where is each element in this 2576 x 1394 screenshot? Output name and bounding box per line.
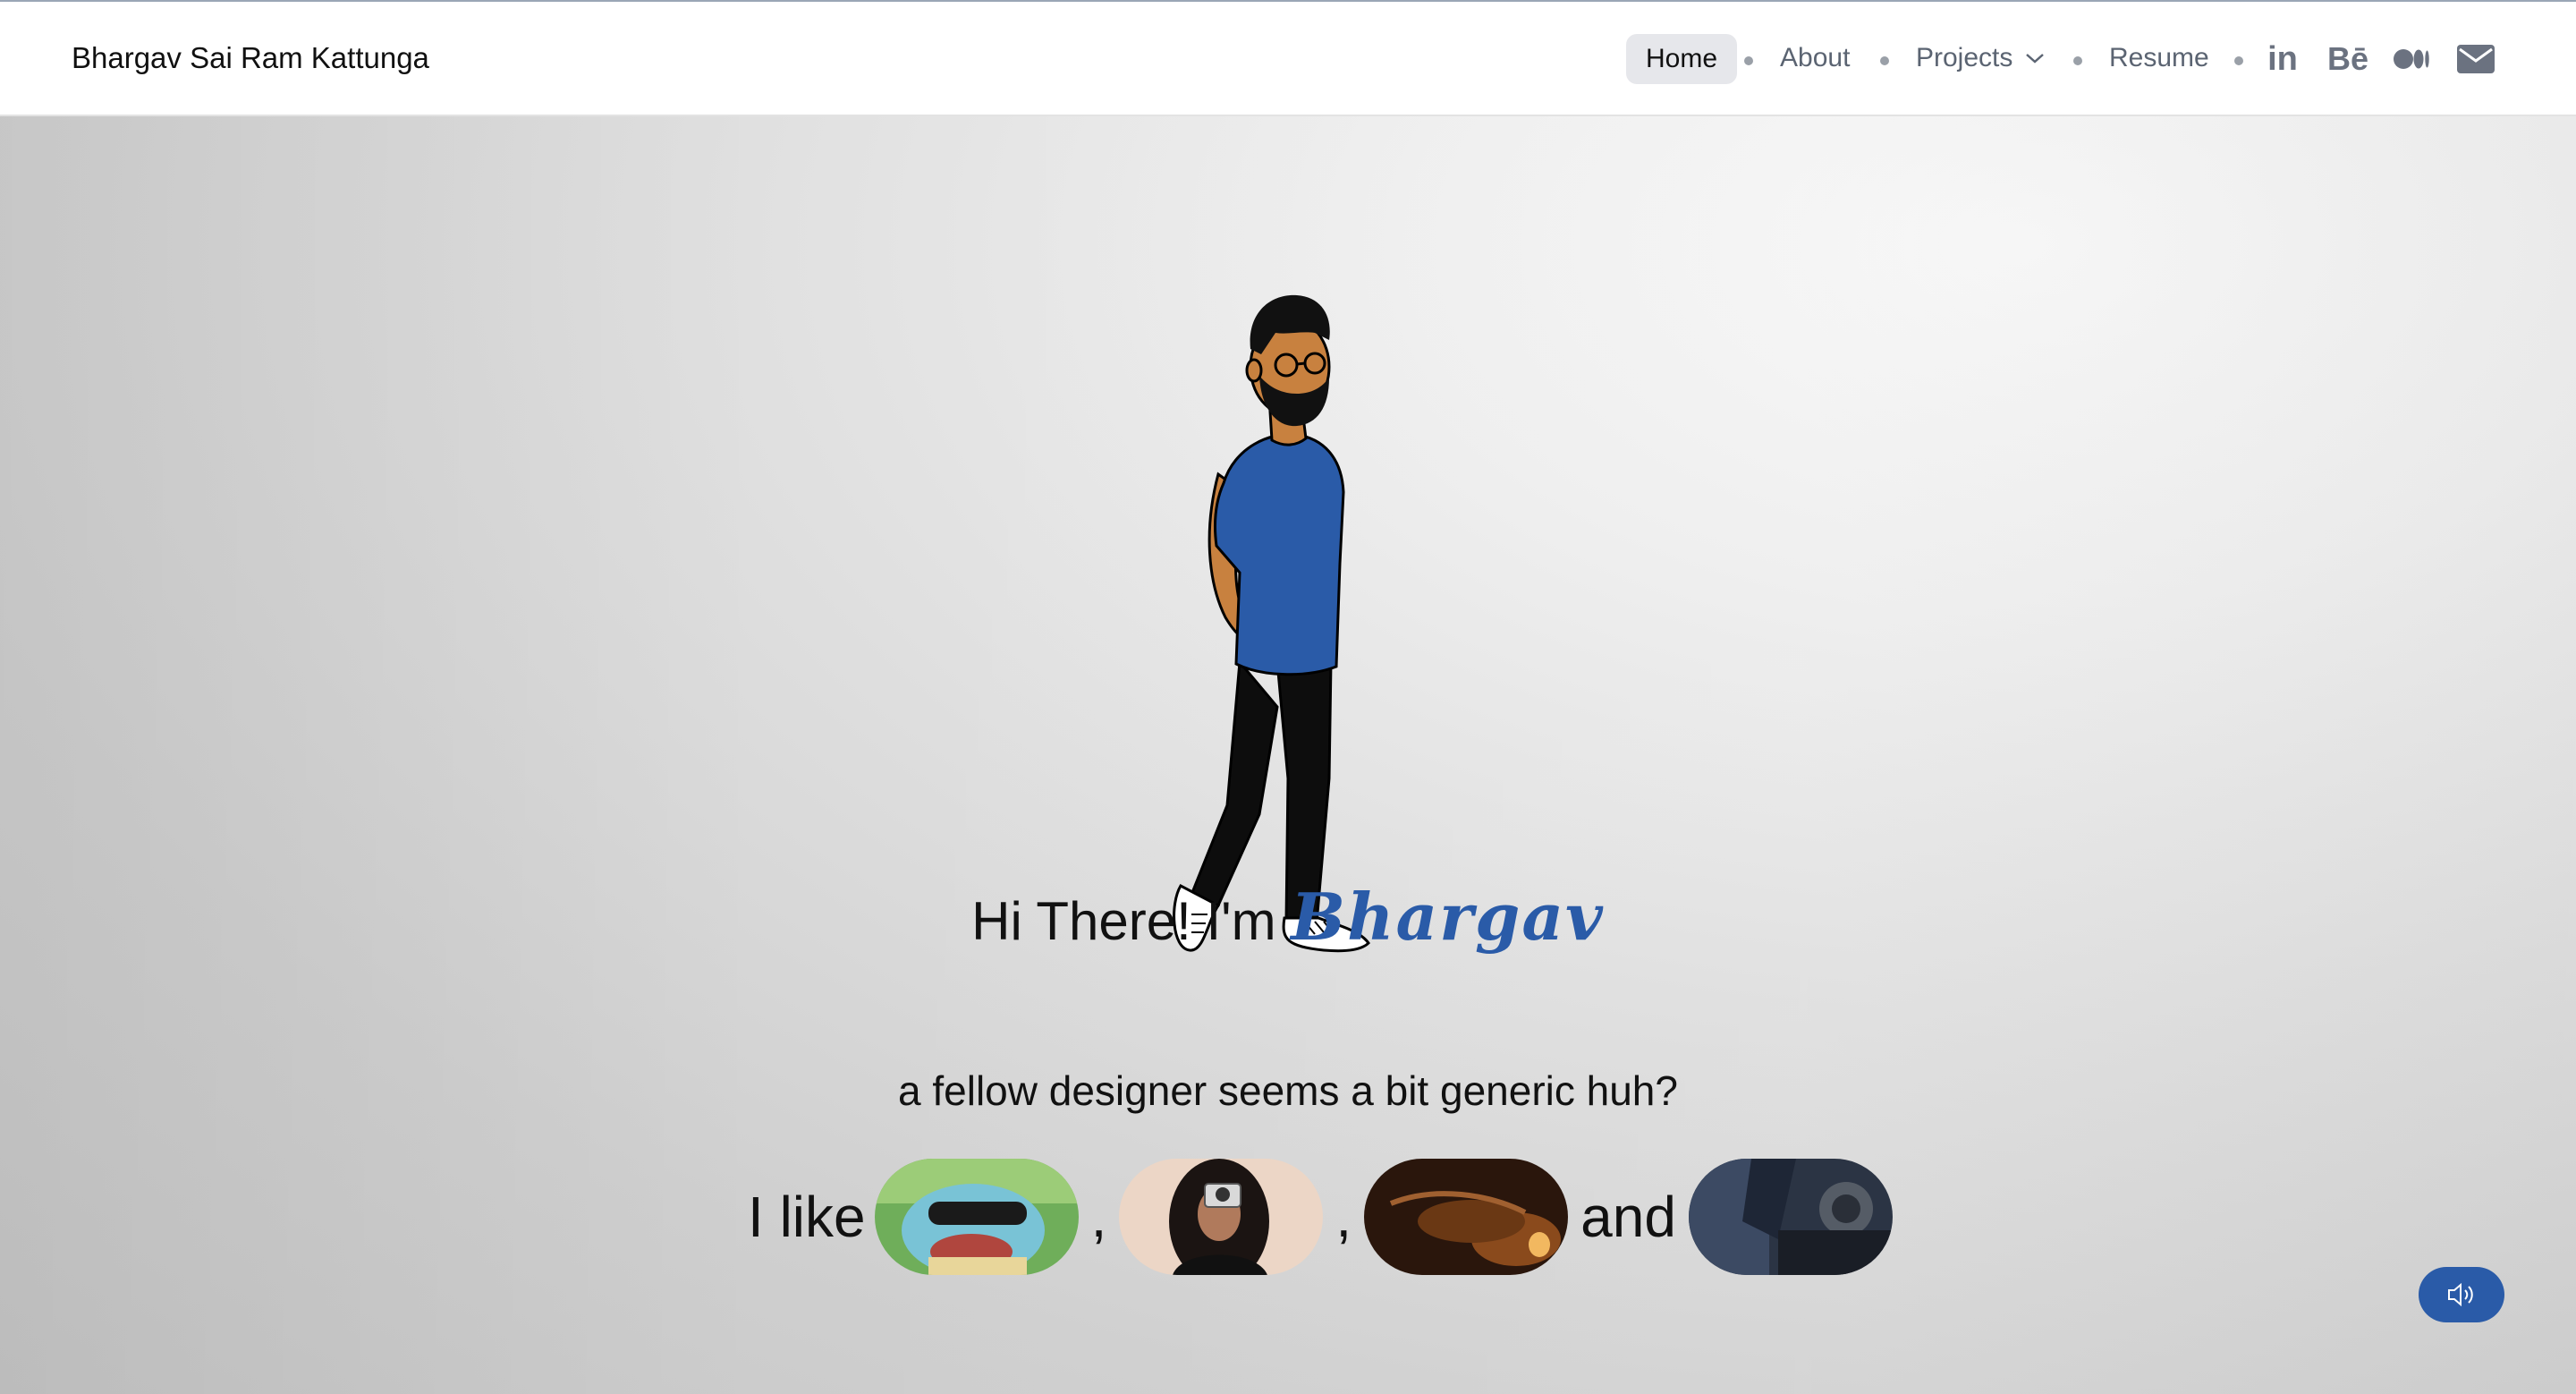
likes-and: and [1580,1185,1676,1249]
likes-image-motorcycle [1688,1159,1893,1275]
likes-image-camera [1119,1159,1324,1275]
greeting-prefix: Hi There! I'm [971,891,1276,951]
nav-separator-dot [2234,56,2243,65]
nav-separator-dot [2073,56,2082,65]
likes-separator: , [1335,1185,1352,1249]
nav-resume[interactable]: Resume [2109,43,2209,73]
nav-projects[interactable]: Projects [1916,43,2045,73]
likes-row: I like , , and [748,1158,1898,1276]
nav-projects-label: Projects [1916,43,2013,72]
likes-prefix: I like [748,1185,866,1249]
nav-separator-dot [1880,56,1889,65]
nav-about[interactable]: About [1780,43,1850,73]
likes-image-hands-light [1364,1159,1569,1275]
greeting-name: Bhargav [1291,879,1605,955]
brand-name[interactable]: Bhargav Sai Ram Kattunga [72,41,429,75]
hero-section: Hi There! I'm Bhargav a fellow designer … [0,116,2576,1394]
linkedin-icon[interactable]: in [2263,40,2302,78]
hero-subtitle: a fellow designer seems a bit generic hu… [898,1067,1678,1114]
chevron-down-icon [2026,54,2045,64]
behance-icon[interactable]: Bē [2326,40,2370,77]
walking-character-illustration [1173,294,1370,953]
nav-home[interactable]: Home [1626,34,1737,84]
sound-toggle-button[interactable] [2419,1267,2504,1322]
likes-image-pokemon [874,1159,1079,1275]
mail-icon[interactable] [2454,41,2497,77]
navbar: Bhargav Sai Ram Kattunga Home About Proj… [0,2,2576,116]
likes-separator: , [1090,1185,1107,1249]
nav-separator-dot [1744,56,1753,65]
greeting-line: Hi There! I'm Bhargav [0,879,2576,955]
medium-icon[interactable] [2390,41,2433,77]
speaker-icon [2448,1282,2473,1307]
